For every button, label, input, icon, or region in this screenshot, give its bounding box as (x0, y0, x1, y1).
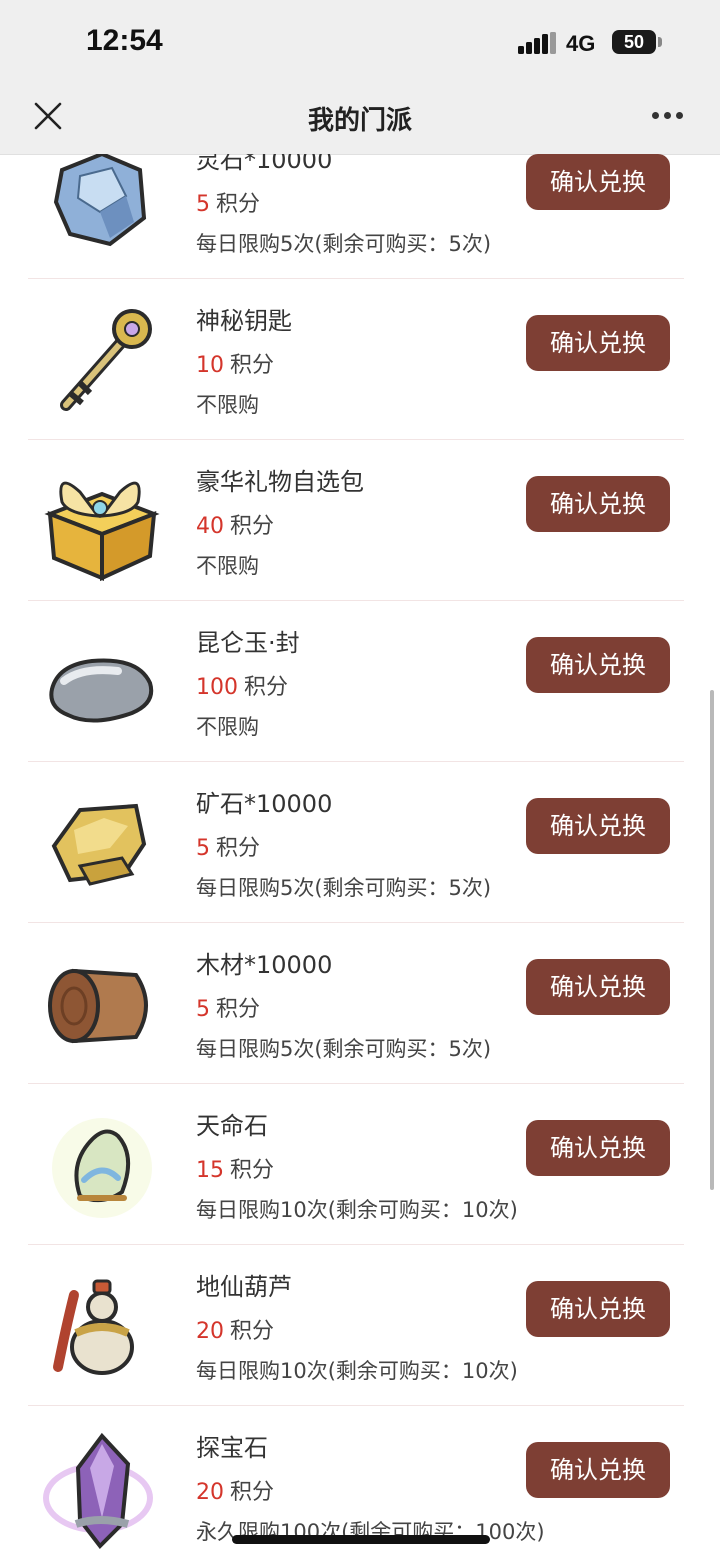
ore-icon (51, 803, 147, 886)
spirit-stone-icon (53, 154, 147, 247)
points-unit: 积分 (230, 1319, 275, 1344)
confirm-redeem-button[interactable]: 确认兑换 (526, 315, 670, 371)
points-unit: 积分 (230, 353, 275, 378)
list-item: 昆仑玉·封 100 积分 不限购 确认兑换 (28, 601, 684, 762)
destiny-stone-icon (52, 1118, 152, 1218)
list-item: 灵石*10000 5 积分 每日限购5次(剩余可购买：5次) 确认兑换 (28, 154, 684, 279)
list-item: 木材*10000 5 积分 每日限购5次(剩余可购买：5次) 确认兑换 (28, 923, 684, 1084)
purchase-limit: 每日限购10次(剩余可购买：10次) (196, 1359, 518, 1383)
home-indicator (232, 1535, 490, 1544)
battery-icon: 50 (612, 30, 656, 54)
purchase-limit: 每日限购5次(剩余可购买：5次) (196, 232, 492, 256)
battery-tip (658, 37, 662, 47)
item-name: 矿石*10000 (196, 790, 333, 818)
list-item: 豪华礼物自选包 40 积分 不限购 确认兑换 (28, 440, 684, 601)
page-title: 我的门派 (307, 106, 412, 136)
item-points: 5 积分 (196, 991, 260, 1023)
mystery-key-icon (60, 309, 152, 411)
kunlun-jade-icon (49, 658, 154, 723)
points-unit: 积分 (216, 192, 261, 217)
list-item: 地仙葫芦 20 积分 每日限购10次(剩余可购买：10次) 确认兑换 (28, 1245, 684, 1406)
network-type: 4G (566, 31, 596, 56)
confirm-redeem-button[interactable]: 确认兑换 (526, 1281, 670, 1337)
confirm-redeem-button[interactable]: 确认兑换 (526, 1442, 670, 1498)
gourd-icon (53, 1279, 134, 1375)
item-points: 40 积分 (196, 508, 274, 540)
points-value: 20 (196, 1480, 224, 1505)
item-points: 10 积分 (196, 347, 274, 379)
points-unit: 积分 (230, 1480, 275, 1505)
status-bar: 12:54 4G 50 (0, 0, 720, 86)
points-unit: 积分 (230, 514, 275, 539)
points-value: 5 (196, 836, 210, 861)
item-points: 5 积分 (196, 186, 260, 218)
purchase-limit: 不限购 (196, 393, 259, 417)
list-item: 天命石 15 积分 每日限购10次(剩余可购买：10次) 确认兑换 (28, 1084, 684, 1245)
treasure-crystal-icon (43, 1432, 153, 1550)
points-value: 15 (196, 1158, 224, 1183)
redeem-list: 灵石*10000 5 积分 每日限购5次(剩余可购买：5次) 确认兑换 神秘钥匙 … (0, 154, 720, 1558)
nav-bar: 我的门派 (0, 86, 720, 155)
scrollbar[interactable] (710, 690, 714, 1190)
confirm-redeem-button[interactable]: 确认兑换 (526, 476, 670, 532)
confirm-redeem-button[interactable]: 确认兑换 (526, 637, 670, 693)
item-name: 探宝石 (196, 1434, 268, 1462)
purchase-limit: 每日限购10次(剩余可购买：10次) (196, 1198, 518, 1222)
points-unit: 积分 (244, 675, 289, 700)
item-name: 地仙葫芦 (196, 1273, 292, 1301)
points-value: 100 (196, 675, 238, 700)
item-name: 木材*10000 (196, 951, 333, 979)
points-unit: 积分 (216, 836, 261, 861)
item-points: 100 积分 (196, 669, 288, 701)
points-value: 10 (196, 353, 224, 378)
more-options-icon[interactable] (652, 104, 692, 128)
list-item: 神秘钥匙 10 积分 不限购 确认兑换 (28, 279, 684, 440)
confirm-redeem-button[interactable]: 确认兑换 (526, 798, 670, 854)
item-points: 20 积分 (196, 1313, 274, 1345)
item-name: 灵石*10000 (196, 154, 333, 174)
points-unit: 积分 (230, 1158, 275, 1183)
wood-log-icon (48, 968, 148, 1044)
purchase-limit: 每日限购5次(剩余可购买：5次) (196, 876, 492, 900)
purchase-limit: 不限购 (196, 715, 259, 739)
purchase-limit: 每日限购5次(剩余可购买：5次) (196, 1037, 492, 1061)
signal-icon (518, 32, 556, 54)
confirm-redeem-button[interactable]: 确认兑换 (526, 959, 670, 1015)
item-points: 5 积分 (196, 830, 260, 862)
item-points: 20 积分 (196, 1474, 274, 1506)
status-time: 12:54 (86, 24, 163, 57)
list-item: 矿石*10000 5 积分 每日限购5次(剩余可购买：5次) 确认兑换 (28, 762, 684, 923)
points-value: 40 (196, 514, 224, 539)
points-unit: 积分 (216, 997, 261, 1022)
item-name: 神秘钥匙 (196, 307, 292, 335)
purchase-limit: 不限购 (196, 554, 259, 578)
item-points: 15 积分 (196, 1152, 274, 1184)
points-value: 5 (196, 192, 210, 217)
confirm-redeem-button[interactable]: 确认兑换 (526, 154, 670, 210)
item-name: 天命石 (196, 1112, 268, 1140)
item-name: 豪华礼物自选包 (196, 468, 364, 496)
item-name: 昆仑玉·封 (196, 629, 300, 657)
confirm-redeem-button[interactable]: 确认兑换 (526, 1120, 670, 1176)
points-value: 5 (196, 997, 210, 1022)
points-value: 20 (196, 1319, 224, 1344)
gift-box-icon (44, 481, 160, 582)
